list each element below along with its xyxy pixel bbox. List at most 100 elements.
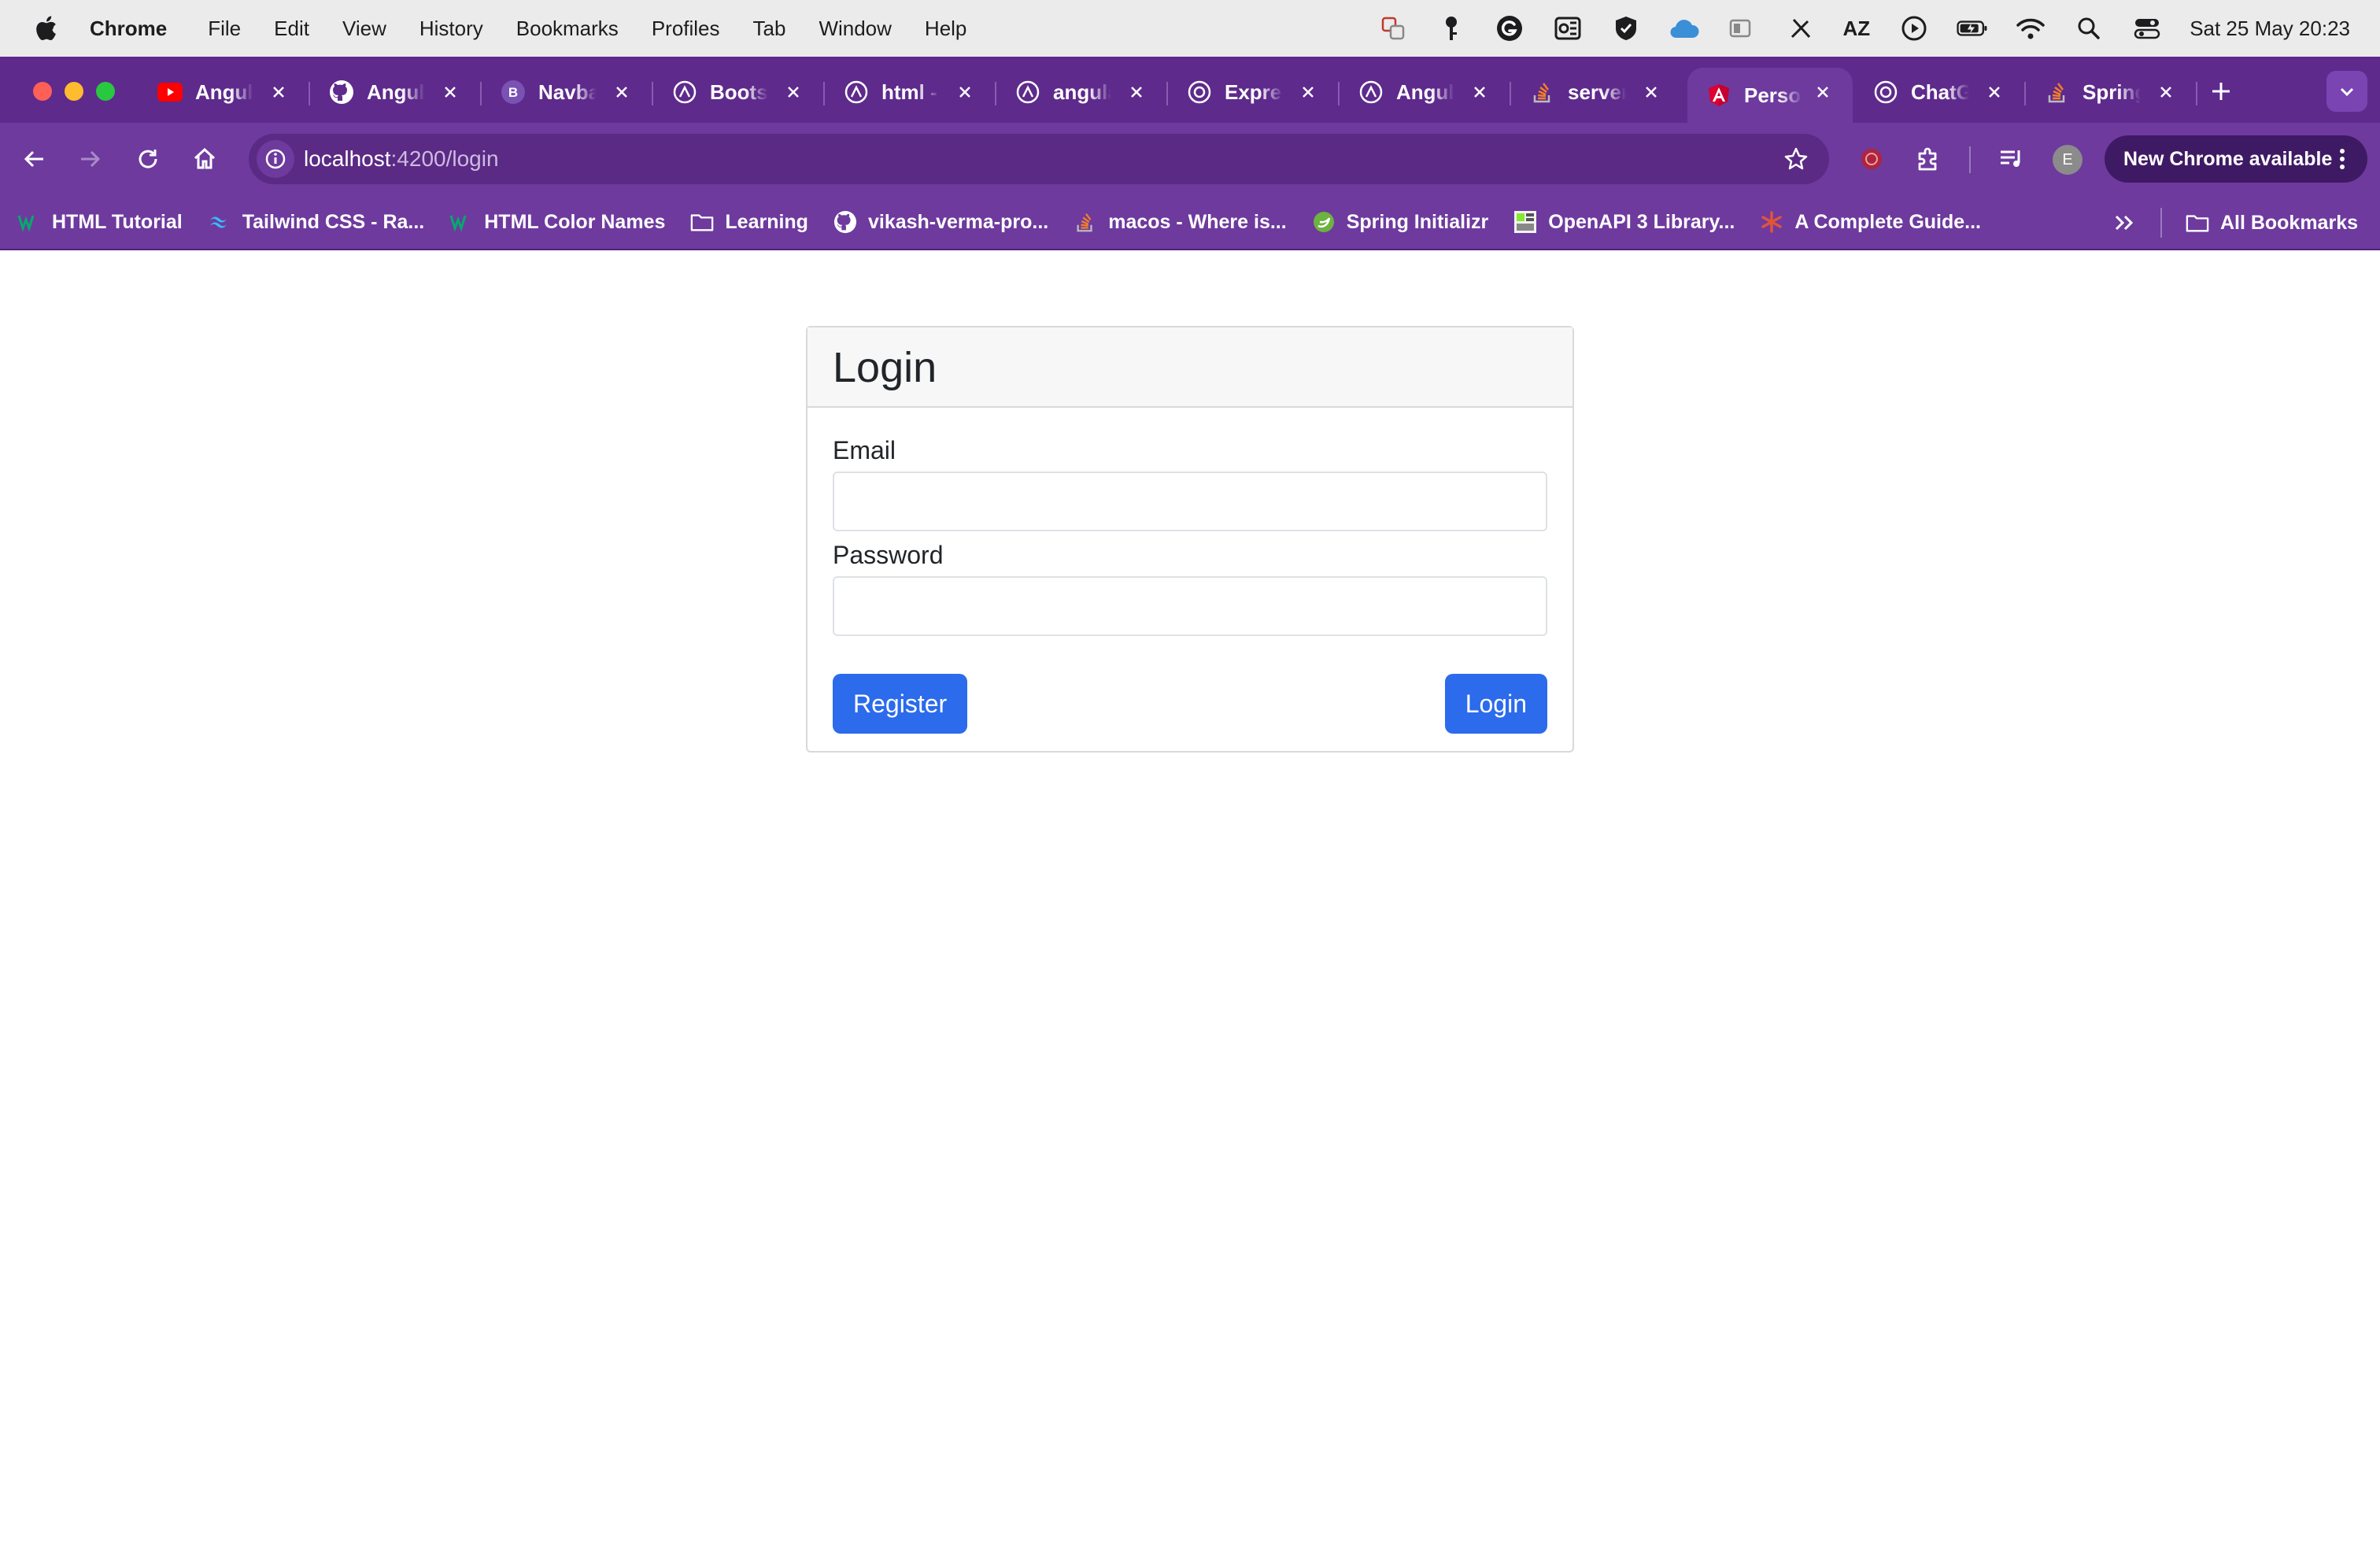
password-input[interactable] xyxy=(833,576,1547,636)
browser-tab[interactable]: Angular xyxy=(310,68,482,117)
toolbar-divider xyxy=(1969,146,1971,173)
browser-tab[interactable]: Spring xyxy=(2026,68,2197,117)
all-bookmarks-folder[interactable]: All Bookmarks xyxy=(2186,211,2358,235)
tab-title: html - xyxy=(881,80,937,104)
menubar-clock[interactable]: Sat 25 May 20:23 xyxy=(2190,17,2350,41)
close-tab-icon[interactable] xyxy=(1124,80,1149,105)
close-tab-icon[interactable] xyxy=(438,80,463,105)
close-tab-icon[interactable] xyxy=(1639,80,1664,105)
forward-arrow-icon[interactable] xyxy=(69,139,110,179)
browser-tab[interactable]: ChatGPT xyxy=(1854,68,2026,117)
translate-icon[interactable] xyxy=(1377,13,1409,44)
bookmark-label: A Complete Guide... xyxy=(1794,210,1981,233)
key-icon[interactable] xyxy=(1436,13,1467,44)
media-controls-icon[interactable] xyxy=(1991,139,2032,179)
home-icon[interactable] xyxy=(184,139,225,179)
form-actions: Register Login xyxy=(833,674,1547,734)
close-tab-icon[interactable] xyxy=(609,80,634,105)
profile-avatar[interactable]: E xyxy=(2053,145,2082,175)
close-tab-icon[interactable] xyxy=(781,80,806,105)
close-tab-icon[interactable] xyxy=(266,80,291,105)
browser-tab[interactable]: B Navbar xyxy=(482,68,653,117)
extension-red-icon[interactable] xyxy=(1851,139,1892,179)
grammarly-icon[interactable] xyxy=(1494,13,1525,44)
browser-tab[interactable]: Angular xyxy=(1340,68,1511,117)
tab-title: ChatGPT xyxy=(1911,80,1969,104)
close-tab-icon[interactable] xyxy=(1982,80,2007,105)
login-card: Login Email Password Register Login xyxy=(806,326,1574,753)
bookmark-item[interactable]: Tailwind CSS - Ra... xyxy=(208,210,424,234)
browser-tab[interactable]: Angular xyxy=(139,68,310,117)
menu-view[interactable]: View xyxy=(342,17,386,41)
new-chrome-available-button[interactable]: New Chrome available xyxy=(2105,135,2367,183)
browser-tab-active[interactable]: Personal xyxy=(1687,68,1853,123)
play-icon[interactable] xyxy=(1898,13,1930,44)
tab-title: Angular xyxy=(367,80,425,104)
menu-help[interactable]: Help xyxy=(925,17,966,41)
bookmark-item[interactable]: HTML Tutorial xyxy=(17,210,183,234)
menu-app-name[interactable]: Chrome xyxy=(90,17,167,41)
bookmark-item[interactable]: HTML Color Names xyxy=(449,210,665,234)
spotlight-search-icon[interactable] xyxy=(2073,13,2105,44)
browser-toolbar: localhost:4200/login E New Chrome availa… xyxy=(0,123,2380,195)
close-tab-icon[interactable] xyxy=(1295,80,1321,105)
browser-tab[interactable]: html - xyxy=(825,68,996,117)
bookmark-item[interactable]: macos - Where is... xyxy=(1074,210,1287,234)
extensions-puzzle-icon[interactable] xyxy=(1908,139,1949,179)
tab-search-chevron-icon[interactable] xyxy=(2326,71,2367,112)
bookmark-item[interactable]: OpenAPI 3 Library... xyxy=(1513,210,1735,234)
menu-file[interactable]: File xyxy=(208,17,241,41)
cloud-sync-icon[interactable] xyxy=(1669,13,1700,44)
bookmark-item[interactable]: vikash-verma-pro... xyxy=(833,210,1048,234)
close-tab-icon[interactable] xyxy=(952,80,978,105)
password-label: Password xyxy=(833,541,944,569)
bookmark-item[interactable]: Spring Initializr xyxy=(1312,210,1488,234)
browser-tab[interactable]: server xyxy=(1511,68,1681,117)
folder-icon xyxy=(690,210,714,234)
new-tab-icon[interactable] xyxy=(2204,74,2238,109)
tab-title: angular xyxy=(1053,80,1111,104)
site-info-icon[interactable] xyxy=(257,140,294,178)
browser-tab[interactable]: Bootstrap xyxy=(653,68,825,117)
update-label: New Chrome available xyxy=(2123,147,2333,170)
close-tab-icon[interactable] xyxy=(2153,80,2179,105)
menu-edit[interactable]: Edit xyxy=(274,17,309,41)
control-center-icon[interactable] xyxy=(2131,13,2163,44)
bookmark-item[interactable]: A Complete Guide... xyxy=(1760,210,1981,234)
bootstrap-icon: B xyxy=(501,80,526,105)
outlook-icon[interactable] xyxy=(1552,13,1584,44)
menu-window[interactable]: Window xyxy=(819,17,891,41)
wifi-icon[interactable] xyxy=(2015,13,2046,44)
tab-title: Spring xyxy=(2082,80,2141,104)
menu-history[interactable]: History xyxy=(419,17,483,41)
close-tab-icon[interactable] xyxy=(1467,80,1492,105)
keyboard-layout-indicator[interactable]: AZ xyxy=(1843,17,1871,41)
browser-tab[interactable]: angular xyxy=(996,68,1168,117)
zoom-window-icon[interactable] xyxy=(96,82,115,101)
apple-menu-icon[interactable] xyxy=(30,13,61,44)
menu-bookmarks[interactable]: Bookmarks xyxy=(516,17,619,41)
email-input[interactable] xyxy=(833,472,1547,531)
pen-slash-icon[interactable] xyxy=(1785,13,1816,44)
more-vertical-icon[interactable] xyxy=(2334,146,2350,172)
menu-profiles[interactable]: Profiles xyxy=(652,17,720,41)
address-bar[interactable]: localhost:4200/login xyxy=(249,134,1829,184)
url-text[interactable]: localhost:4200/login xyxy=(304,146,499,172)
bookmark-label: vikash-verma-pro... xyxy=(867,210,1049,233)
back-arrow-icon[interactable] xyxy=(14,139,55,179)
minimize-window-icon[interactable] xyxy=(65,82,83,101)
shield-check-icon[interactable] xyxy=(1610,13,1642,44)
bookmark-folder[interactable]: Learning xyxy=(690,210,808,234)
reload-icon[interactable] xyxy=(128,139,168,179)
bookmark-star-icon[interactable] xyxy=(1779,142,1813,176)
more-bookmarks-chevron-icon[interactable] xyxy=(2108,207,2140,239)
tab-title: Personal xyxy=(1744,83,1802,107)
menu-tab[interactable]: Tab xyxy=(753,17,786,41)
close-tab-icon[interactable] xyxy=(1810,80,1835,105)
browser-tab[interactable]: Express xyxy=(1168,68,1340,117)
login-button[interactable]: Login xyxy=(1444,674,1547,734)
battery-menu-icon[interactable] xyxy=(1727,13,1758,44)
battery-charging-icon[interactable] xyxy=(1957,13,1988,44)
close-window-icon[interactable] xyxy=(33,82,52,101)
register-button[interactable]: Register xyxy=(833,674,968,734)
